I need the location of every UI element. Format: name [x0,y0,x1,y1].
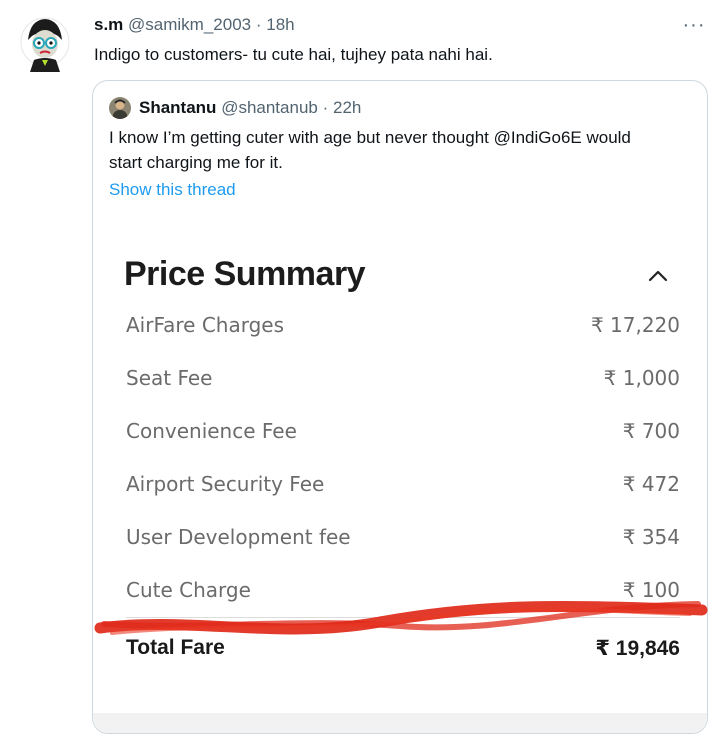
fee-row: User Development fee ₹ 354 [126,522,680,552]
quoted-avatar[interactable] [109,97,131,119]
tweet-header: s.m @samikm_2003 · 18h [94,14,295,36]
fee-row: Convenience Fee ₹ 700 [126,416,680,446]
fee-amount: ₹ 354 [622,525,680,549]
quoted-tweet[interactable]: Shantanu @shantanub · 22h I know I’m get… [92,80,708,734]
total-row: Total Fare ₹ 19,846 [126,633,680,663]
fee-label: Cute Charge [126,578,251,602]
fee-row: Airport Security Fee ₹ 472 [126,469,680,499]
fee-label: Airport Security Fee [126,472,325,496]
image-bottom-strip [93,713,707,733]
fee-amount: ₹ 472 [622,472,680,496]
fee-label: AirFare Charges [126,313,285,337]
fee-amount: ₹ 100 [622,578,680,602]
quoted-time[interactable]: 22h [333,98,361,117]
separator-dot: · [255,15,262,34]
tweet-time[interactable]: 18h [266,15,294,34]
separator-dot: · [322,98,329,117]
divider [126,617,680,618]
fee-row: AirFare Charges ₹ 17,220 [126,310,680,340]
fee-amount: ₹ 17,220 [590,313,680,337]
author-handle[interactable]: @samikm_2003 [128,15,251,34]
fee-label: User Development fee [126,525,351,549]
quoted-header: Shantanu @shantanub · 22h [139,97,361,119]
avatar[interactable] [20,14,70,72]
price-summary-image[interactable]: Price Summary AirFare Charges ₹ 17,220 S… [93,217,707,733]
price-summary-title: Price Summary [124,255,366,293]
tweet-text: Indigo to customers- tu cute hai, tujhey… [94,45,493,64]
quoted-author-name[interactable]: Shantanu [139,98,216,117]
fee-row: Seat Fee ₹ 1,000 [126,363,680,393]
quoted-text-line: start charging me for it. [109,153,283,172]
more-options-icon[interactable]: ··· [680,14,708,36]
total-label: Total Fare [126,636,225,659]
chevron-up-icon [645,265,671,287]
show-thread-link[interactable]: Show this thread [109,179,236,201]
fee-row: Cute Charge ₹ 100 [126,575,680,605]
cartoon-avatar-icon [20,17,70,72]
fee-amount: ₹ 700 [622,419,680,443]
person-photo-icon [109,97,131,119]
quoted-author-handle[interactable]: @shantanub [221,98,318,117]
total-amount: ₹ 19,846 [595,636,680,660]
fee-label: Seat Fee [126,366,213,390]
quoted-text: I know I’m getting cuter with age but ne… [109,125,699,175]
author-name[interactable]: s.m [94,15,123,34]
fee-label: Convenience Fee [126,419,297,443]
fee-amount: ₹ 1,000 [603,366,680,390]
quoted-text-line: I know I’m getting cuter with age but ne… [109,128,631,147]
